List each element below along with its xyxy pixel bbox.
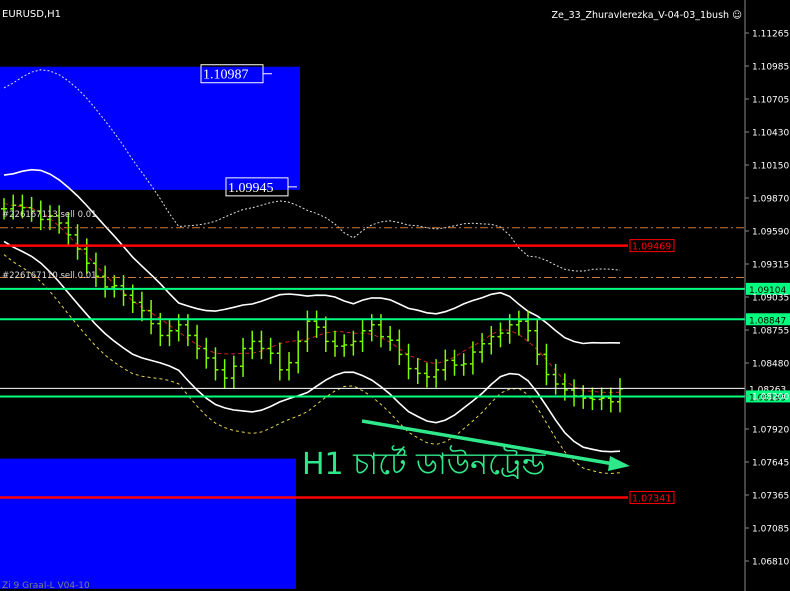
y-tick-label: 1.08755 [752,327,789,337]
y-tick-label: 1.08200 [752,393,789,403]
level-label: 1.09469 [632,242,671,253]
y-tick-label: 1.09870 [752,195,789,205]
y-tick-label: 1.10150 [752,162,789,172]
zone-bottom-label: 1.09945 [228,181,274,196]
zones-layer: 1.10987 1.09945 [0,64,300,589]
y-tick-label: 1.10430 [752,129,789,139]
axis-level-label: 1.08847 [749,316,786,326]
outer-dotted-lower [3,254,621,475]
signal-line [3,203,621,394]
y-tick-label: 1.07085 [752,525,789,535]
level-label: 1.07341 [632,494,671,505]
y-tick-label: 1.11265 [752,30,789,40]
y-tick-label: 1.07365 [752,492,789,502]
zone-rect [0,458,296,589]
price-chart[interactable]: 1.10987 1.09945 #226167113 sell 0.01 #2261… [0,0,790,591]
zone-top-label: 1.10987 [203,68,249,83]
order-label: #226167113 sell 0.01 [2,210,97,220]
y-tick-label: 1.07645 [752,459,789,469]
downtrend-arrow-head [608,456,630,471]
y-tick-label: 1.09035 [752,294,789,304]
order-label: #226167110 sell 0.01 [2,271,97,281]
expert-name: Ze_33_Zhuravlerezka_V-04-03_1bush [551,10,730,21]
indicator-label: Zi 9 Graal-L V04-10 [2,581,90,591]
symbol-label: EURUSD,H1 [2,9,62,20]
y-tick-label: 1.09590 [752,228,789,238]
annotation-layer: H1 চার্টে ডাউনট্রেন্ড [302,419,630,482]
expert-label: Ze_33_Zhuravlerezka_V-04-03_1bush ☺ [552,10,743,21]
y-tick-label: 1.08480 [752,360,789,370]
price-axis: 1.091041.088471.082631.081951.112651.109… [744,0,790,591]
y-tick-label: 1.06810 [752,558,789,568]
y-tick-label: 1.10705 [752,96,789,106]
y-tick-label: 1.07920 [752,426,789,436]
annotation-text: H1 চার্টে ডাউনট্রেন্ড [302,445,546,482]
y-tick-label: 1.09315 [752,261,789,271]
smiley-icon: ☺ [732,10,742,21]
y-tick-label: 1.10985 [752,63,789,73]
